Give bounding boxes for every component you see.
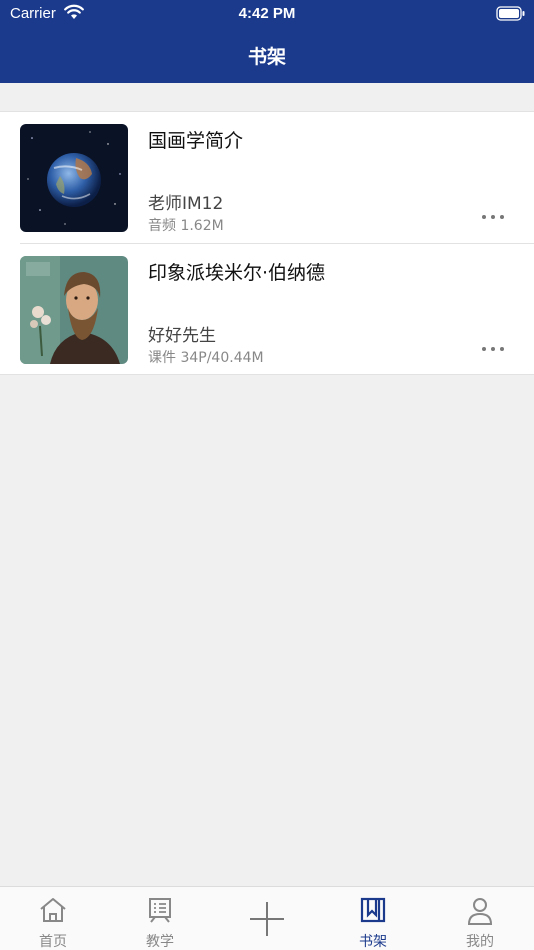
tab-add[interactable]: [214, 887, 320, 950]
more-options-icon[interactable]: [482, 212, 506, 222]
item-meta: 音频 1.62M: [148, 218, 224, 234]
earth-thumbnail: [20, 124, 128, 232]
plus-icon: [250, 902, 284, 936]
status-bar: Carrier 4:42 PM: [0, 0, 534, 28]
home-icon: [40, 898, 66, 922]
tab-label: 书架: [359, 934, 387, 950]
teaching-icon: [149, 898, 171, 923]
profile-icon: [467, 898, 493, 925]
bookshelf-icon: [360, 897, 386, 923]
navigation-bar: Carrier 4:42 PM 书架: [0, 0, 534, 83]
tab-teaching[interactable]: 教学: [107, 887, 213, 950]
item-title: 印象派埃米尔·伯纳德: [148, 262, 326, 284]
item-title: 国画学简介: [148, 130, 244, 152]
bookshelf-list: 国画学简介 老师IM12 音频 1.62M 印象派埃米尔·伯纳德 好好先生 课件…: [0, 111, 534, 375]
tab-label: 我的: [466, 934, 494, 950]
battery-icon: [496, 6, 526, 25]
tab-label: 首页: [39, 934, 67, 950]
tab-label: 教学: [146, 934, 174, 950]
page-title: 书架: [247, 46, 286, 68]
list-item[interactable]: 印象派埃米尔·伯纳德 好好先生 课件 34P/40.44M: [20, 243, 534, 374]
item-author: 老师IM12: [148, 194, 224, 214]
item-author: 好好先生: [148, 326, 216, 346]
tab-profile[interactable]: 我的: [427, 887, 533, 950]
tab-bookshelf[interactable]: 书架: [320, 887, 426, 950]
list-item[interactable]: 国画学简介 老师IM12 音频 1.62M: [0, 112, 534, 243]
item-meta: 课件 34P/40.44M: [148, 350, 264, 366]
tab-home[interactable]: 首页: [0, 887, 106, 950]
portrait-thumbnail: [20, 256, 128, 364]
status-time: 4:42 PM: [238, 5, 296, 22]
more-options-icon[interactable]: [482, 344, 506, 354]
tab-bar: 首页 教学 书架 我的: [0, 886, 534, 950]
